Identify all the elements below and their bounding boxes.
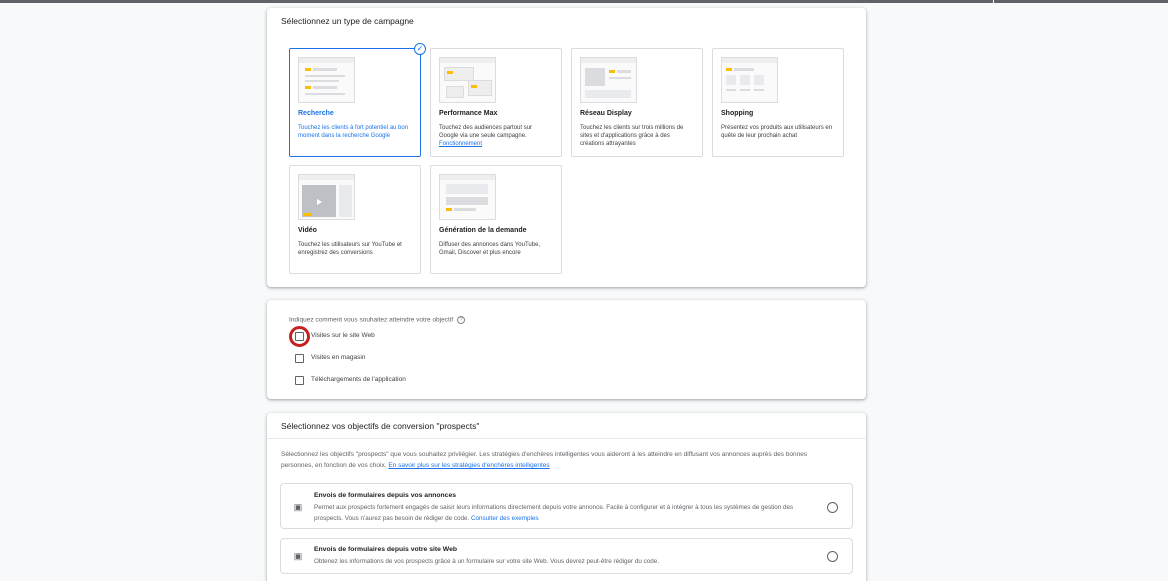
demand-gen-thumbnail (439, 174, 496, 220)
video-thumbnail (298, 174, 355, 220)
fonctionnement-link[interactable]: Fonctionnement (439, 141, 482, 147)
option-desc: Permet aux prospects fortement engagés d… (314, 502, 819, 524)
form-contact-icon: ▣ (293, 551, 303, 561)
tile-performance-max[interactable]: Performance Max Touchez des audiences pa… (430, 48, 562, 157)
tile-reseau-display[interactable]: Réseau Display Touchez les clients sur t… (571, 48, 703, 157)
checkbox[interactable] (295, 376, 304, 385)
campaign-type-title: Sélectionnez un type de campagne (281, 16, 414, 26)
tile-generation-demande[interactable]: Génération de la demande Diffuser des an… (430, 165, 562, 274)
search-thumbnail (298, 57, 355, 103)
performance-max-thumbnail (439, 57, 496, 103)
conversion-objectives-card: Sélectionnez vos objectifs de conversion… (267, 413, 866, 581)
goal-question-text: Indiquez comment vous souhaitez atteindr… (289, 316, 454, 324)
tile-video[interactable]: Vidéo Touchez les utilisateurs sur YouTu… (289, 165, 421, 274)
option-title: Envois de formulaires depuis votre site … (314, 546, 458, 553)
tile-desc: Présentez vos produits aux utilisateurs … (721, 125, 833, 139)
checkbox[interactable] (295, 354, 304, 363)
top-bar (0, 0, 1168, 3)
check-icon: ✓ (414, 43, 426, 55)
option-desc-text: Permet aux prospects fortement engagés d… (314, 504, 794, 522)
tile-desc: Touchez les clients à fort potentiel au … (298, 125, 409, 139)
goal-question: Indiquez comment vous souhaitez atteindr… (289, 316, 466, 324)
smart-bidding-link[interactable]: En savoir plus sur les stratégies d'ench… (388, 462, 549, 469)
conversion-intro: Sélectionnez les objectifs "prospects" q… (281, 449, 841, 471)
checkbox-label: Visites en magasin (311, 354, 366, 361)
checkbox-label: Téléchargements de l'application (311, 376, 406, 383)
tile-name: Shopping (721, 110, 754, 117)
examples-link[interactable]: Consulter des exemples (471, 515, 539, 522)
tile-name: Réseau Display (580, 110, 632, 117)
form-contact-icon: ▣ (293, 502, 303, 512)
radio-button[interactable] (827, 551, 838, 562)
tile-desc: Diffuser des annonces dans YouTube, Gmai… (439, 242, 541, 256)
display-thumbnail (580, 57, 637, 103)
option-forms-from-website[interactable]: ▣ Envois de formulaires depuis votre sit… (280, 538, 853, 574)
tile-desc: Touchez les clients sur trois millions d… (580, 125, 684, 147)
tile-name: Vidéo (298, 227, 317, 234)
tile-shopping[interactable]: Shopping Présentez vos produits aux util… (712, 48, 844, 157)
tile-name: Performance Max (439, 110, 498, 117)
option-title: Envois de formulaires depuis vos annonce… (314, 492, 457, 499)
radio-button[interactable] (827, 502, 838, 513)
help-icon[interactable]: ? (457, 316, 466, 324)
tile-name: Recherche (298, 110, 334, 117)
goal-card: Indiquez comment vous souhaitez atteindr… (267, 300, 866, 399)
tile-recherche[interactable]: Recherche Touchez les clients à fort pot… (289, 43, 426, 157)
conversion-title: Sélectionnez vos objectifs de conversion… (267, 413, 866, 439)
option-desc: Obtenez les informations de vos prospect… (314, 558, 659, 565)
tile-desc: Touchez les utilisateurs sur YouTube et … (298, 242, 402, 256)
option-forms-from-ads[interactable]: ▣ Envois de formulaires depuis vos annon… (280, 483, 853, 529)
shopping-thumbnail (721, 57, 778, 103)
campaign-type-card: Sélectionnez un type de campagne Recherc… (267, 8, 866, 287)
checkbox-label: Visites sur le site Web (311, 332, 375, 339)
tile-name: Génération de la demande (439, 227, 527, 234)
click-highlight-ring (289, 326, 310, 347)
tile-desc: Touchez des audiences partout sur Google… (439, 125, 533, 147)
